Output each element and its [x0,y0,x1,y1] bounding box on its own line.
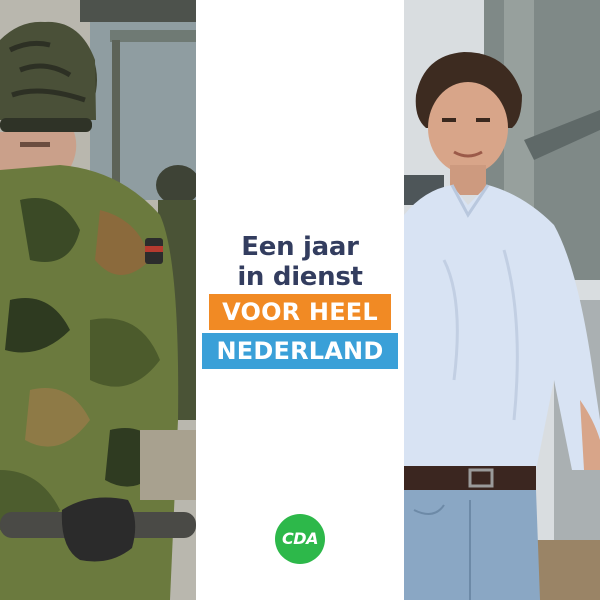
campaign-graphic: Een jaar in dienst VOOR HEEL NEDERLAND C… [0,0,600,600]
center-panel: Een jaar in dienst VOOR HEEL NEDERLAND C… [196,0,404,600]
headline-line-2: in dienst [237,262,363,292]
orange-highlight-band: VOOR HEEL [209,294,391,330]
soldier-photo [0,0,196,600]
soldier-illustration [0,0,196,600]
cda-logo: CDA [275,514,325,564]
headline-line-1: Een jaar [241,232,359,262]
politician-illustration [404,0,600,600]
politician-photo [404,0,600,600]
blue-highlight-band: NEDERLAND [202,333,398,369]
